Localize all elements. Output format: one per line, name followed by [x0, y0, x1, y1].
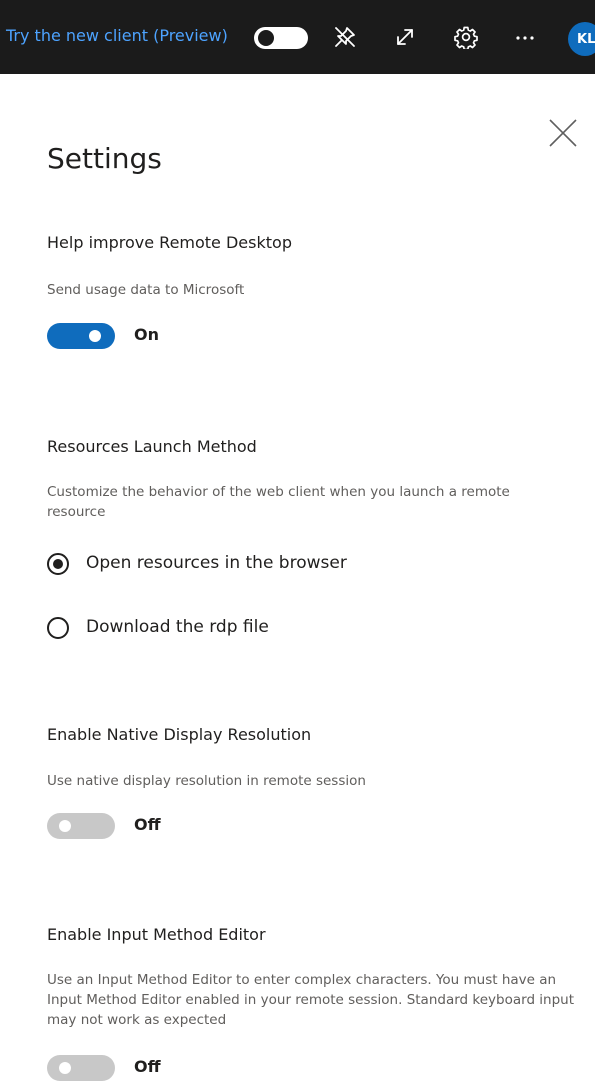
radio-selected-dot	[53, 559, 63, 569]
native-resolution-toggle-state: Off	[134, 815, 161, 834]
toggle-knob	[59, 1062, 71, 1074]
native-resolution-toggle[interactable]	[47, 813, 115, 839]
radio-open-in-browser-label[interactable]: Open resources in the browser	[86, 553, 347, 573]
more-icon[interactable]	[510, 22, 540, 52]
ime-toggle-state: Off	[134, 1057, 161, 1076]
telemetry-toggle-state: On	[134, 325, 159, 344]
toggle-knob	[59, 820, 71, 832]
native-resolution-heading: Enable Native Display Resolution	[47, 725, 312, 744]
unpin-icon[interactable]	[330, 22, 360, 52]
try-new-client-label[interactable]: Try the new client (Preview)	[6, 26, 228, 45]
launch-method-heading: Resources Launch Method	[47, 437, 257, 456]
ime-description: Use an Input Method Editor to enter comp…	[47, 972, 575, 1028]
ime-toggle[interactable]	[47, 1055, 115, 1081]
radio-open-in-browser[interactable]	[47, 553, 69, 575]
telemetry-heading: Help improve Remote Desktop	[47, 233, 292, 252]
gear-icon[interactable]	[451, 22, 481, 52]
radio-download-rdp-label[interactable]: Download the rdp file	[86, 617, 269, 637]
radio-download-rdp[interactable]	[47, 617, 69, 639]
page-title: Settings	[47, 142, 162, 175]
close-button[interactable]	[546, 116, 580, 150]
expand-icon[interactable]	[390, 22, 420, 52]
toggle-knob	[89, 330, 101, 342]
launch-method-description: Customize the behavior of the web client…	[47, 484, 510, 520]
telemetry-toggle[interactable]	[47, 323, 115, 349]
close-icon	[549, 119, 577, 147]
toggle-knob	[258, 30, 274, 46]
avatar[interactable]: KL	[568, 22, 595, 56]
top-bar: Try the new client (Preview) KL	[0, 0, 595, 74]
ime-heading: Enable Input Method Editor	[47, 925, 266, 944]
native-resolution-description: Use native display resolution in remote …	[47, 773, 366, 789]
telemetry-description: Send usage data to Microsoft	[47, 282, 245, 298]
new-client-toggle[interactable]	[254, 27, 308, 49]
